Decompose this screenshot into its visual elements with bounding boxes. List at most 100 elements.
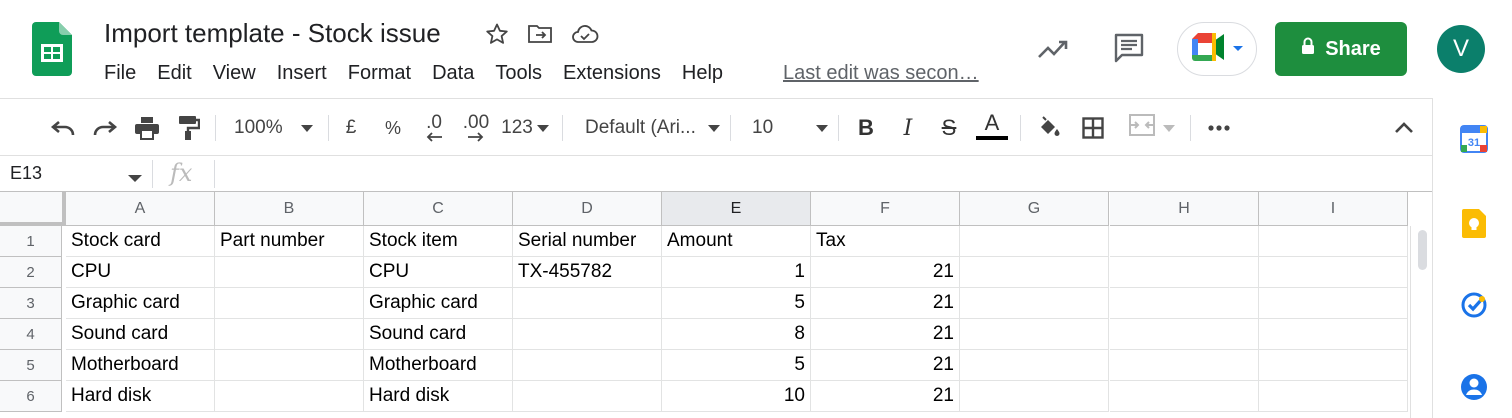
cell-c3[interactable]: Graphic card — [364, 288, 513, 319]
cell-c2[interactable]: CPU — [364, 257, 513, 288]
cell-g5[interactable] — [960, 350, 1109, 381]
column-header-c[interactable]: C — [364, 192, 513, 226]
cell-b1[interactable]: Part number — [215, 226, 364, 257]
document-title[interactable]: Import template - Stock issue — [104, 18, 441, 49]
menu-help[interactable]: Help — [682, 62, 723, 85]
menu-tools[interactable]: Tools — [495, 62, 542, 85]
meet-button[interactable] — [1177, 22, 1257, 76]
menu-view[interactable]: View — [213, 62, 256, 85]
column-header-g[interactable]: G — [960, 192, 1109, 226]
cell-d1[interactable]: Serial number — [513, 226, 662, 257]
column-header-d[interactable]: D — [513, 192, 662, 226]
cell-e4[interactable]: 8 — [662, 319, 811, 350]
cell-b2[interactable] — [215, 257, 364, 288]
cell-e1[interactable]: Amount — [662, 226, 811, 257]
cell-i3[interactable] — [1259, 288, 1408, 319]
column-header-e[interactable]: E — [662, 192, 811, 226]
redo-icon[interactable] — [90, 113, 120, 143]
comments-icon[interactable] — [1111, 30, 1147, 66]
menu-extensions[interactable]: Extensions — [563, 62, 661, 85]
star-icon[interactable] — [483, 20, 511, 48]
cell-h2[interactable] — [1110, 257, 1259, 288]
cell-d2[interactable]: TX-455782 — [513, 257, 662, 288]
select-all-corner[interactable] — [0, 192, 66, 226]
cell-i6[interactable] — [1259, 381, 1408, 412]
zoom-select[interactable]: 100% — [234, 113, 318, 143]
cell-i1[interactable] — [1259, 226, 1408, 257]
percent-format-button[interactable]: % — [381, 113, 405, 143]
menu-file[interactable]: File — [104, 62, 136, 85]
strikethrough-button[interactable]: S — [936, 113, 962, 143]
column-header-a[interactable]: A — [66, 192, 215, 226]
menu-format[interactable]: Format — [348, 62, 411, 85]
cell-f1[interactable]: Tax — [811, 226, 960, 257]
cell-e3[interactable]: 5 — [662, 288, 811, 319]
cell-i5[interactable] — [1259, 350, 1408, 381]
calendar-icon[interactable]: 31 — [1459, 124, 1489, 154]
cloud-saved-icon[interactable] — [571, 20, 599, 48]
cell-e5[interactable]: 5 — [662, 350, 811, 381]
more-options-icon[interactable] — [1205, 113, 1233, 143]
increase-decimals-button[interactable]: .00 — [460, 113, 492, 145]
cell-d5[interactable] — [513, 350, 662, 381]
cell-h5[interactable] — [1110, 350, 1259, 381]
tasks-icon[interactable] — [1459, 290, 1489, 320]
cell-d3[interactable] — [513, 288, 662, 319]
name-box[interactable]: E13 — [10, 163, 42, 184]
italic-button[interactable]: I — [896, 113, 920, 143]
cell-c5[interactable]: Motherboard — [364, 350, 513, 381]
scrollbar-thumb[interactable] — [1418, 230, 1427, 270]
menu-data[interactable]: Data — [432, 62, 474, 85]
cell-a5[interactable]: Motherboard — [66, 350, 215, 381]
decrease-decimals-button[interactable]: .0 — [420, 113, 448, 145]
contacts-icon[interactable] — [1459, 372, 1489, 402]
cell-a2[interactable]: CPU — [66, 257, 215, 288]
bold-button[interactable]: B — [854, 113, 878, 143]
cell-i2[interactable] — [1259, 257, 1408, 288]
sheets-logo-icon[interactable] — [32, 22, 72, 76]
cell-f5[interactable]: 21 — [811, 350, 960, 381]
more-formats-button[interactable]: 123 — [500, 113, 550, 143]
fill-color-icon[interactable] — [1035, 113, 1063, 143]
avatar[interactable]: V — [1437, 25, 1485, 73]
borders-icon[interactable] — [1079, 113, 1107, 143]
column-header-i[interactable]: I — [1259, 192, 1408, 226]
cell-b6[interactable] — [215, 381, 364, 412]
cell-i4[interactable] — [1259, 319, 1408, 350]
cell-c4[interactable]: Sound card — [364, 319, 513, 350]
name-box-chevron-down-icon[interactable] — [128, 170, 142, 188]
cell-e2[interactable]: 1 — [662, 257, 811, 288]
cell-f2[interactable]: 21 — [811, 257, 960, 288]
vertical-scrollbar[interactable] — [1410, 226, 1432, 418]
row-header-4[interactable]: 4 — [0, 319, 62, 350]
cell-a6[interactable]: Hard disk — [66, 381, 215, 412]
cell-h1[interactable] — [1110, 226, 1259, 257]
paint-format-icon[interactable] — [174, 113, 204, 143]
cell-b4[interactable] — [215, 319, 364, 350]
row-header-5[interactable]: 5 — [0, 350, 62, 381]
currency-format-button[interactable]: £ — [340, 113, 362, 143]
column-header-b[interactable]: B — [215, 192, 364, 226]
cell-b5[interactable] — [215, 350, 364, 381]
font-family-select[interactable]: Default (Ari... — [585, 113, 720, 143]
cell-c6[interactable]: Hard disk — [364, 381, 513, 412]
cell-g4[interactable] — [960, 319, 1109, 350]
cell-d6[interactable] — [513, 381, 662, 412]
menu-insert[interactable]: Insert — [277, 62, 327, 85]
cell-a4[interactable]: Sound card — [66, 319, 215, 350]
column-header-h[interactable]: H — [1110, 192, 1259, 226]
collapse-toolbar-chevron-up-icon[interactable] — [1390, 113, 1418, 143]
keep-icon[interactable] — [1459, 208, 1489, 238]
font-size-select[interactable]: 10 — [752, 113, 828, 143]
row-header-2[interactable]: 2 — [0, 257, 62, 288]
row-header-6[interactable]: 6 — [0, 381, 62, 412]
cell-f3[interactable]: 21 — [811, 288, 960, 319]
undo-icon[interactable] — [48, 113, 78, 143]
cell-h3[interactable] — [1110, 288, 1259, 319]
last-edit-link[interactable]: Last edit was secon… — [783, 62, 979, 85]
cell-g6[interactable] — [960, 381, 1109, 412]
row-header-1[interactable]: 1 — [0, 226, 62, 257]
formula-input[interactable] — [222, 163, 1402, 185]
cell-c1[interactable]: Stock item — [364, 226, 513, 257]
column-header-f[interactable]: F — [811, 192, 960, 226]
